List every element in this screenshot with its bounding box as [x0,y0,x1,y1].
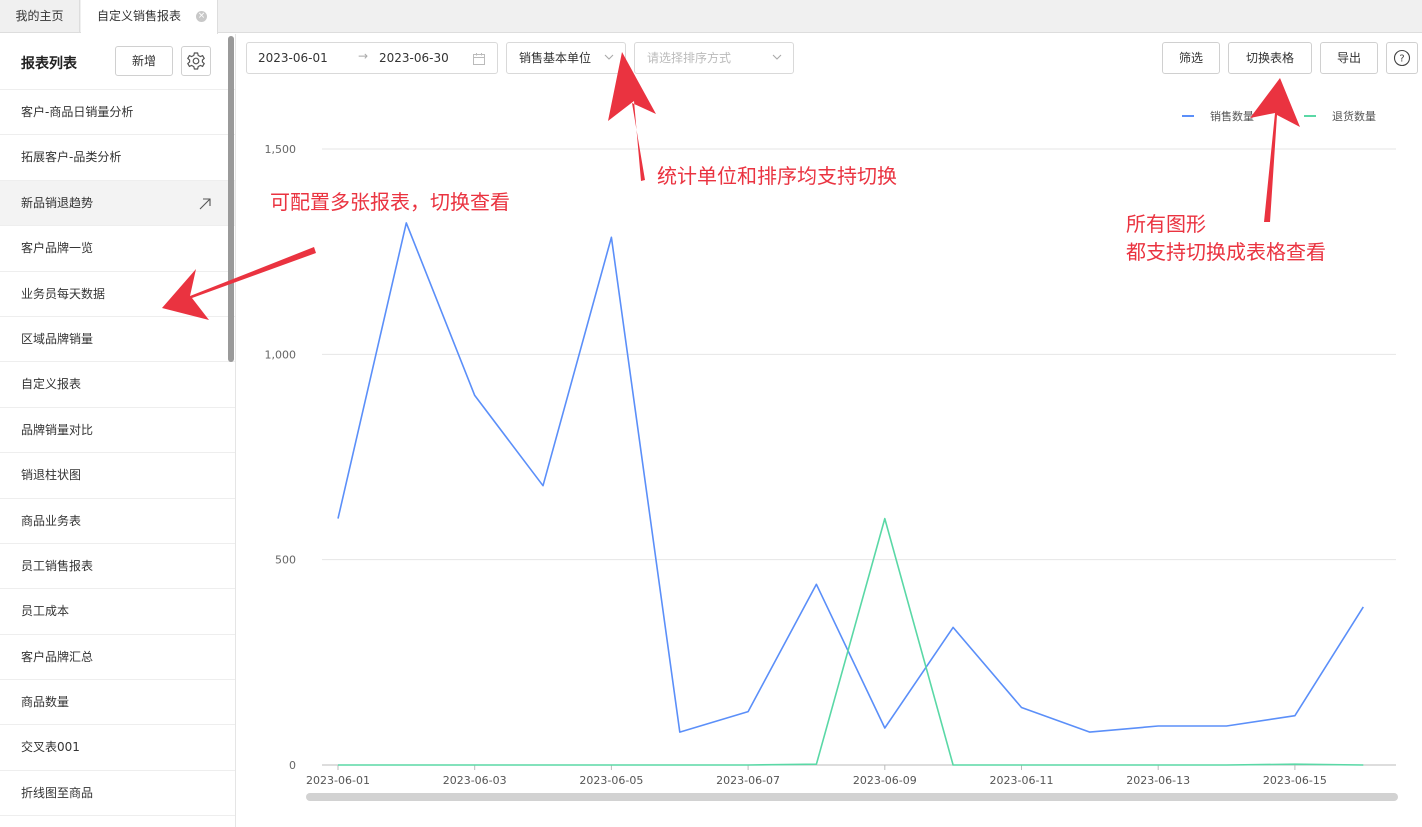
tab-label: 自定义销售报表 [97,9,182,23]
sidebar-item-label: 品牌销量对比 [21,422,94,437]
tab-bar: 我的主页 自定义销售报表 × [0,0,1422,34]
sidebar-item-label: 商品数量 [21,695,70,710]
sort-select[interactable]: 请选择排序方式 [634,42,794,74]
x-tick-label: 2023-06-05 [579,774,643,787]
sidebar-item-label: 销退柱状图 [21,468,82,483]
report-toolbar: 2023-06-01 → 2023-06-30 销售基本单位 请选择排序方式 筛… [236,34,1422,84]
date-end[interactable]: 2023-06-30 [379,51,449,65]
sidebar-item-label: 员工销售报表 [21,558,94,573]
filter-button[interactable]: 筛选 [1162,42,1220,74]
report-list-sidebar: 报表列表 新增 客户-商品日销量分析 拓展客户-品类分析 新品销退趋势 客户品牌一览业… [0,34,236,827]
x-tick-label: 2023-06-01 [306,774,370,787]
arrow-right-icon: → [358,49,369,63]
sidebar-title: 报表列表 [21,56,77,72]
x-tick-label: 2023-06-03 [443,774,507,787]
chevron-down-icon [772,54,782,60]
date-start[interactable]: 2023-06-01 [258,51,328,65]
help-icon: ? [1393,49,1411,67]
help-label: ? [1399,54,1404,65]
sidebar-item[interactable]: 自定义报表 [0,362,235,408]
sidebar-item[interactable]: 交叉表001 [0,725,235,771]
legend-label: 退货数量 [1332,109,1376,123]
calendar-icon [473,53,485,65]
sidebar-item-label: 拓展客户-品类分析 [21,150,122,165]
sidebar-item[interactable]: 客户品牌一览 [0,226,235,272]
sidebar-item[interactable]: 销退柱状图 [0,453,235,499]
sidebar-item[interactable]: 折线图至商品 [0,771,235,817]
x-tick-label: 2023-06-11 [990,774,1054,787]
sidebar-item-label: 区域品牌销量 [21,331,94,346]
tab-custom-sales-report[interactable]: 自定义销售报表 × [81,0,218,34]
sidebar-item[interactable]: 商品业务表 [0,499,235,544]
sidebar-item[interactable]: 业务员每天数据 [0,272,235,317]
sidebar-item-label: 客户-商品日销量分析 [21,105,134,119]
sidebar-item[interactable]: 商品数量 [0,680,235,726]
unit-select-value: 销售基本单位 [519,51,592,65]
tab-home[interactable]: 我的主页 [0,0,80,33]
sidebar-item-label: 交叉表001 [21,740,80,755]
add-report-button[interactable]: 新增 [115,46,173,76]
help-button[interactable]: ? [1386,42,1418,74]
sidebar-item-label: 新品销退趋势 [21,195,94,210]
series-line-returns [338,517,1364,766]
sort-select-placeholder: 请选择排序方式 [647,51,732,65]
y-tick-label: 1,000 [265,348,297,361]
close-icon[interactable]: × [196,11,207,22]
open-external-icon[interactable] [198,197,212,211]
annotation-multi-reports: 可配置多张报表，切换查看 [270,190,510,214]
chevron-down-icon [604,54,614,60]
y-tick-label: 0 [289,759,296,772]
annotation-unit-sort: 统计单位和排序均支持切换 [657,164,897,188]
x-tick-label: 2023-06-15 [1263,774,1327,787]
sidebar-item-label: 客户品牌汇总 [21,649,94,664]
annotation-table-line2: 都支持切换成表格查看 [1126,240,1326,264]
sidebar-item[interactable]: 区域品牌销量 [0,317,235,363]
date-range-picker[interactable]: 2023-06-01 → 2023-06-30 [246,42,498,74]
sidebar-scrollbar[interactable] [228,36,234,362]
x-tick-label: 2023-06-07 [716,774,780,787]
export-button[interactable]: 导出 [1320,42,1378,74]
sidebar-item[interactable]: 客户品牌汇总 [0,635,235,681]
sidebar-item-label: 折线图至商品 [21,785,94,800]
sidebar-item[interactable]: 拓展客户-品类分析 [0,135,235,181]
sidebar-item[interactable]: 员工销售报表 [0,544,235,590]
settings-button[interactable] [181,46,211,76]
sidebar-header: 报表列表 新增 [0,34,235,90]
sidebar-item[interactable]: 员工成本 [0,589,235,635]
unit-select[interactable]: 销售基本单位 [506,42,626,74]
sidebar-item-label: 商品业务表 [21,513,82,528]
sidebar-item[interactable]: 客户-商品日销量分析 [0,90,235,136]
sidebar-item[interactable]: 新品销退趋势 [0,180,235,227]
gear-icon [187,52,205,70]
sidebar-item-label: 自定义报表 [21,377,82,392]
sidebar-item[interactable]: 品牌销量对比 [0,408,235,454]
report-list: 客户-商品日销量分析 拓展客户-品类分析 新品销退趋势 客户品牌一览 业务员每天数据 区域… [0,90,235,817]
x-tick-label: 2023-06-09 [853,774,917,787]
chart-scrollbar[interactable] [306,793,1398,801]
series-line-sales [337,222,1364,733]
annotation-table-line1: 所有图形 [1126,212,1206,236]
x-tick-label: 2023-06-13 [1126,774,1190,787]
switch-table-button[interactable]: 切换表格 [1228,42,1312,74]
sidebar-item-label: 客户品牌一览 [21,241,94,256]
sidebar-item-label: 员工成本 [21,604,70,619]
y-tick-label: 1,500 [265,143,297,156]
legend-label: 销售数量 [1210,109,1254,123]
sidebar-item-label: 业务员每天数据 [21,286,106,301]
y-tick-label: 500 [275,554,296,567]
